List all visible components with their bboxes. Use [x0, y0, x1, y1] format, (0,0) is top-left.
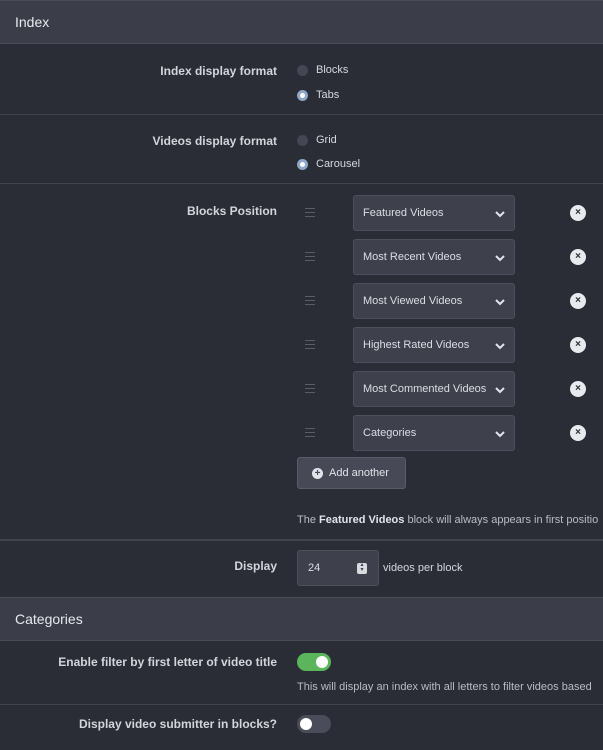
- remove-icon[interactable]: ×: [570, 337, 586, 353]
- display-label: Display: [234, 559, 277, 573]
- block-select[interactable]: Featured Videos: [353, 195, 515, 231]
- block-select[interactable]: Most Viewed Videos: [353, 283, 515, 319]
- radio-blocks-label: Blocks: [316, 64, 349, 76]
- index-display-format-row: Index display format Blocks Tabs: [0, 44, 603, 115]
- filter-letter-label: Enable filter by first letter of video t…: [58, 655, 277, 669]
- block-item: Featured Videos ×: [0, 195, 603, 231]
- radio-grid[interactable]: Grid: [297, 134, 337, 146]
- note-suffix: block will always appears in first posit…: [404, 514, 599, 526]
- categories-section-header: Categories: [0, 597, 603, 641]
- block-select[interactable]: Most Recent Videos: [353, 239, 515, 275]
- radio-tabs[interactable]: Tabs: [297, 89, 339, 101]
- block-select-value: Most Commented Videos: [363, 383, 487, 395]
- radio-carousel-label: Carousel: [316, 158, 361, 170]
- remove-icon[interactable]: ×: [570, 293, 586, 309]
- chevron-down-icon: [495, 343, 505, 350]
- featured-note: The Featured Videos block will always ap…: [297, 514, 598, 526]
- block-select-value: Most Recent Videos: [363, 251, 462, 263]
- block-item: Highest Rated Videos ×: [0, 327, 603, 363]
- block-item: Most Commented Videos ×: [0, 371, 603, 407]
- filter-letter-row: Enable filter by first letter of video t…: [0, 642, 603, 705]
- toggle-knob: [300, 718, 312, 730]
- remove-icon[interactable]: ×: [570, 425, 586, 441]
- plus-icon: +: [312, 467, 323, 479]
- radio-blocks-circle[interactable]: [297, 64, 308, 76]
- chevron-down-icon: [495, 387, 505, 394]
- filter-letter-toggle[interactable]: [297, 653, 331, 671]
- block-item: Most Viewed Videos ×: [0, 283, 603, 319]
- note-prefix: The: [297, 514, 320, 526]
- remove-icon[interactable]: ×: [570, 249, 586, 265]
- radio-grid-label: Grid: [316, 134, 337, 146]
- drag-handle-icon[interactable]: [305, 340, 315, 349]
- chevron-down-icon: [495, 211, 505, 218]
- block-select[interactable]: Highest Rated Videos: [353, 327, 515, 363]
- videos-per-block-value: 24: [308, 562, 321, 574]
- videos-display-format-row: Videos display format Grid Carousel: [0, 115, 603, 184]
- toggle-knob: [316, 656, 328, 668]
- block-select-value: Featured Videos: [363, 207, 444, 219]
- filter-letter-help: This will display an index with all lett…: [297, 681, 592, 693]
- radio-carousel-circle[interactable]: [297, 158, 308, 170]
- chevron-down-icon: [495, 431, 505, 438]
- note-bold: Featured Videos: [319, 514, 405, 526]
- submitter-row: Display video submitter in blocks?: [0, 705, 603, 750]
- submitter-toggle[interactable]: [297, 715, 331, 733]
- categories-section-title: Categories: [15, 611, 83, 627]
- chevron-down-icon: [495, 255, 505, 262]
- add-another-label: Add another: [329, 467, 389, 479]
- block-select[interactable]: Most Commented Videos: [353, 371, 515, 407]
- drag-handle-icon[interactable]: [305, 384, 315, 393]
- index-section-header: Index: [0, 0, 603, 44]
- videos-per-block-suffix: videos per block: [383, 562, 463, 574]
- chevron-down-icon: [495, 299, 505, 306]
- drag-handle-icon[interactable]: [305, 296, 315, 305]
- remove-icon[interactable]: ×: [570, 381, 586, 397]
- block-select-value: Most Viewed Videos: [363, 295, 463, 307]
- block-select[interactable]: Categories: [353, 415, 515, 451]
- block-select-value: Categories: [363, 427, 417, 439]
- remove-icon[interactable]: ×: [570, 205, 586, 221]
- block-item: Categories ×: [0, 415, 603, 451]
- drag-handle-icon[interactable]: [305, 428, 315, 437]
- radio-tabs-circle[interactable]: [297, 89, 308, 101]
- videos-display-format-label: Videos display format: [152, 134, 277, 148]
- index-display-format-label: Index display format: [160, 64, 277, 78]
- radio-grid-circle[interactable]: [297, 134, 308, 146]
- add-another-button[interactable]: + Add another: [297, 457, 406, 489]
- radio-blocks[interactable]: Blocks: [297, 64, 348, 76]
- submitter-label: Display video submitter in blocks?: [78, 717, 277, 731]
- radio-tabs-label: Tabs: [316, 89, 340, 101]
- block-select-value: Highest Rated Videos: [363, 339, 470, 351]
- drag-handle-icon[interactable]: [305, 252, 315, 261]
- radio-carousel[interactable]: Carousel: [297, 158, 360, 170]
- index-section-title: Index: [15, 14, 50, 30]
- spinner-icon[interactable]: ▴ ▾: [357, 562, 367, 574]
- block-item: Most Recent Videos ×: [0, 239, 603, 275]
- videos-per-block-input[interactable]: 24 ▴ ▾: [297, 550, 379, 586]
- drag-handle-icon[interactable]: [305, 208, 315, 217]
